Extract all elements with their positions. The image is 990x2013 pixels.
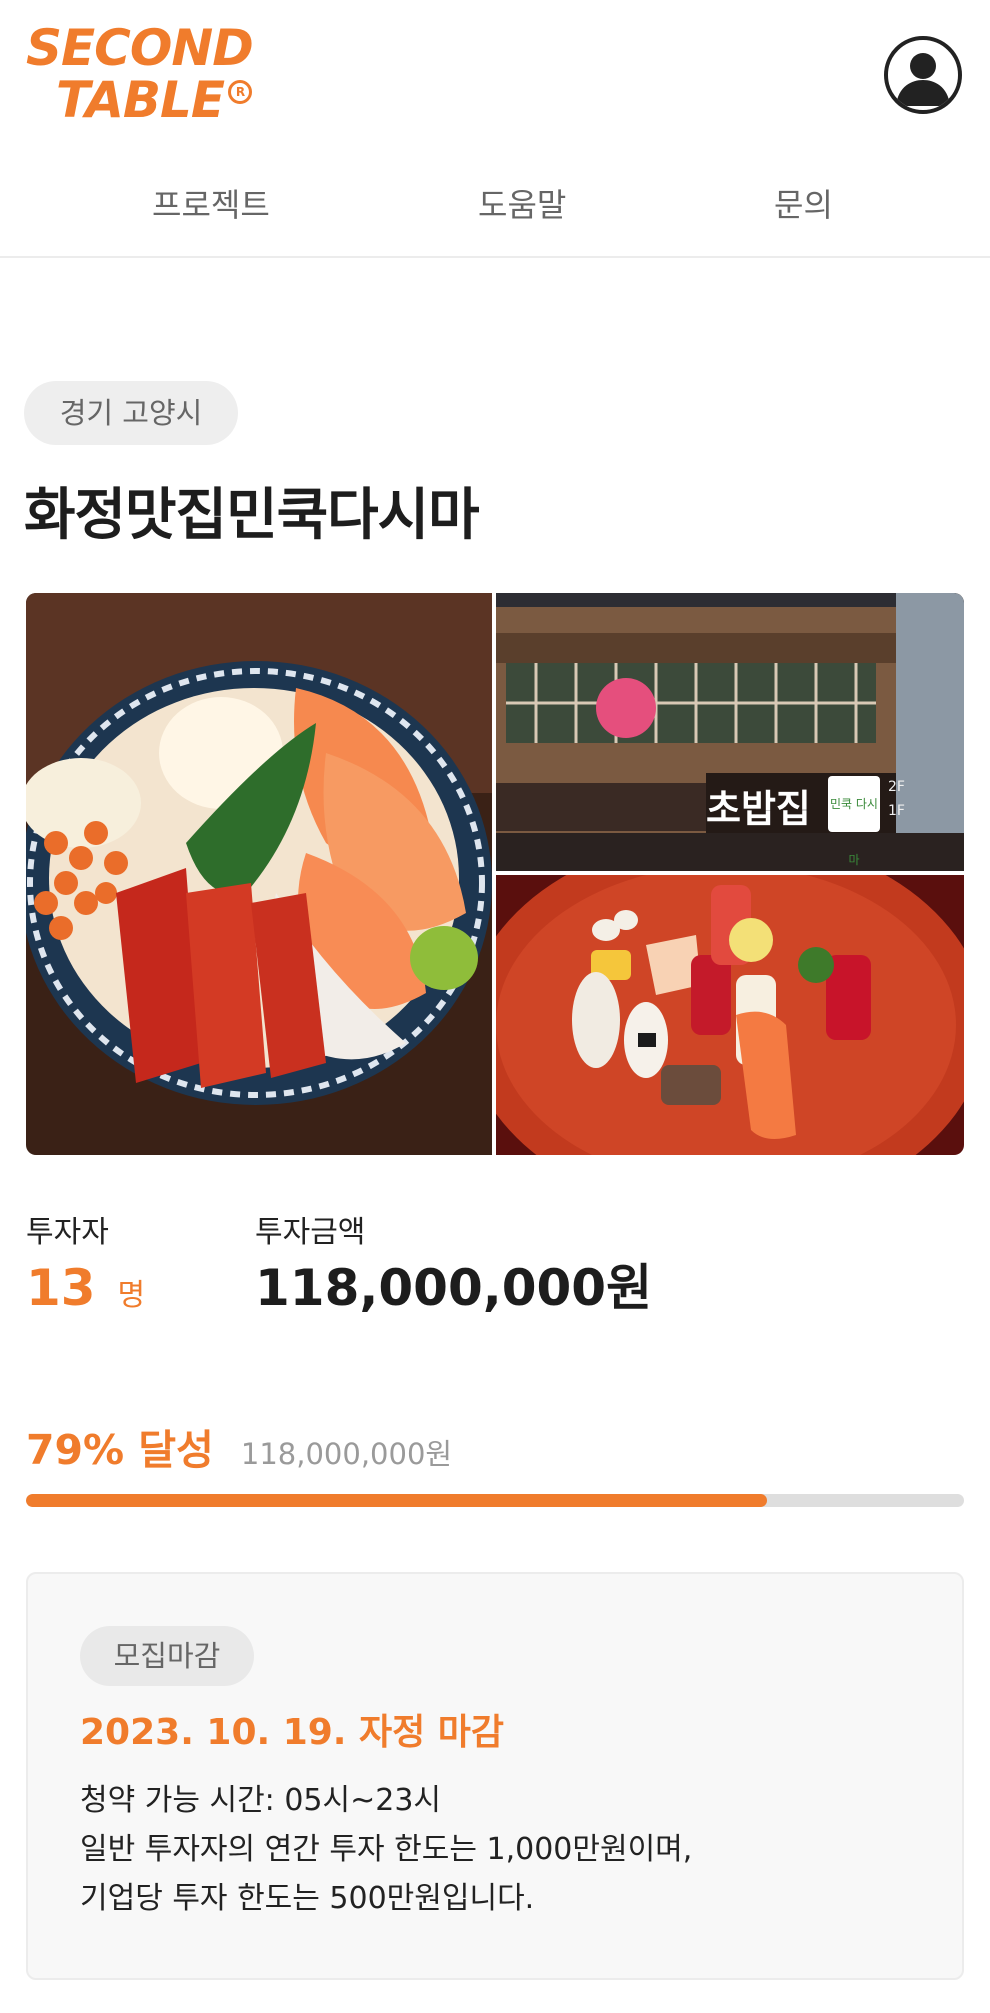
notice-line: 일반 투자자의 연간 투자 한도는 1,000만원이며, (80, 1832, 693, 1867)
status-badge: 모집마감 (80, 1626, 254, 1686)
amount-label: 투자금액 (255, 1215, 366, 1250)
investors-count-group: 13 명 (26, 1258, 145, 1326)
progress-amount: 118,000,000원 (240, 1437, 453, 1471)
progress-bar-fill (26, 1494, 768, 1507)
photo-gallery[interactable]: 초밥집 민쿡 다시마 2F 1F (26, 593, 964, 1155)
progress-row: 79% 달성 118,000,000원 (26, 1425, 452, 1479)
notice-line: 기업당 투자 한도는 500만원입니다. (80, 1881, 535, 1916)
photo-sushi-plate[interactable] (466, 835, 964, 1155)
notice-line: 청약 가능 시간: 05시~23시 (80, 1783, 441, 1818)
storefront-sign-main: 초밥집 (706, 787, 811, 831)
project-title: 화정맛집민쿡다시마 (24, 483, 480, 548)
amount-value: 118,000,000원 (255, 1259, 653, 1317)
nav-item-contact[interactable]: 문의 (774, 180, 833, 226)
brand-logo[interactable]: SECOND TABLE R (26, 22, 256, 132)
investors-unit: 명 (117, 1278, 146, 1313)
photo-seafood-bowl[interactable] (26, 593, 492, 1155)
header-divider (0, 256, 990, 258)
location-chip: 경기 고양시 (24, 381, 238, 445)
nav-item-projects[interactable]: 프로젝트 (152, 180, 270, 226)
brand-logo-line2: TABLE R (56, 74, 256, 126)
investors-label: 투자자 (26, 1215, 109, 1250)
storefront-floor-bottom: 1F (888, 803, 905, 819)
progress-percent: 79% 달성 (26, 1426, 214, 1474)
brand-registered-mark: R (228, 80, 253, 104)
progress-bar (26, 1494, 964, 1507)
notice-lines: 청약 가능 시간: 05시~23시 일반 투자자의 연간 투자 한도는 1,00… (80, 1776, 692, 1923)
notice-card: 모집마감 2023. 10. 19. 자정 마감 청약 가능 시간: 05시~2… (26, 1572, 964, 1980)
photo-storefront[interactable]: 초밥집 민쿡 다시마 2F 1F (496, 593, 964, 871)
deadline-text: 2023. 10. 19. 자정 마감 (80, 1712, 505, 1753)
profile-avatar-icon[interactable] (884, 36, 962, 114)
nav-item-help[interactable]: 도움말 (478, 180, 566, 226)
storefront-floor-top: 2F (888, 779, 905, 795)
investors-count: 13 (26, 1259, 96, 1317)
storefront-sign-brand: 민쿡 다시마 (828, 776, 880, 867)
brand-logo-line1: SECOND (26, 19, 254, 77)
